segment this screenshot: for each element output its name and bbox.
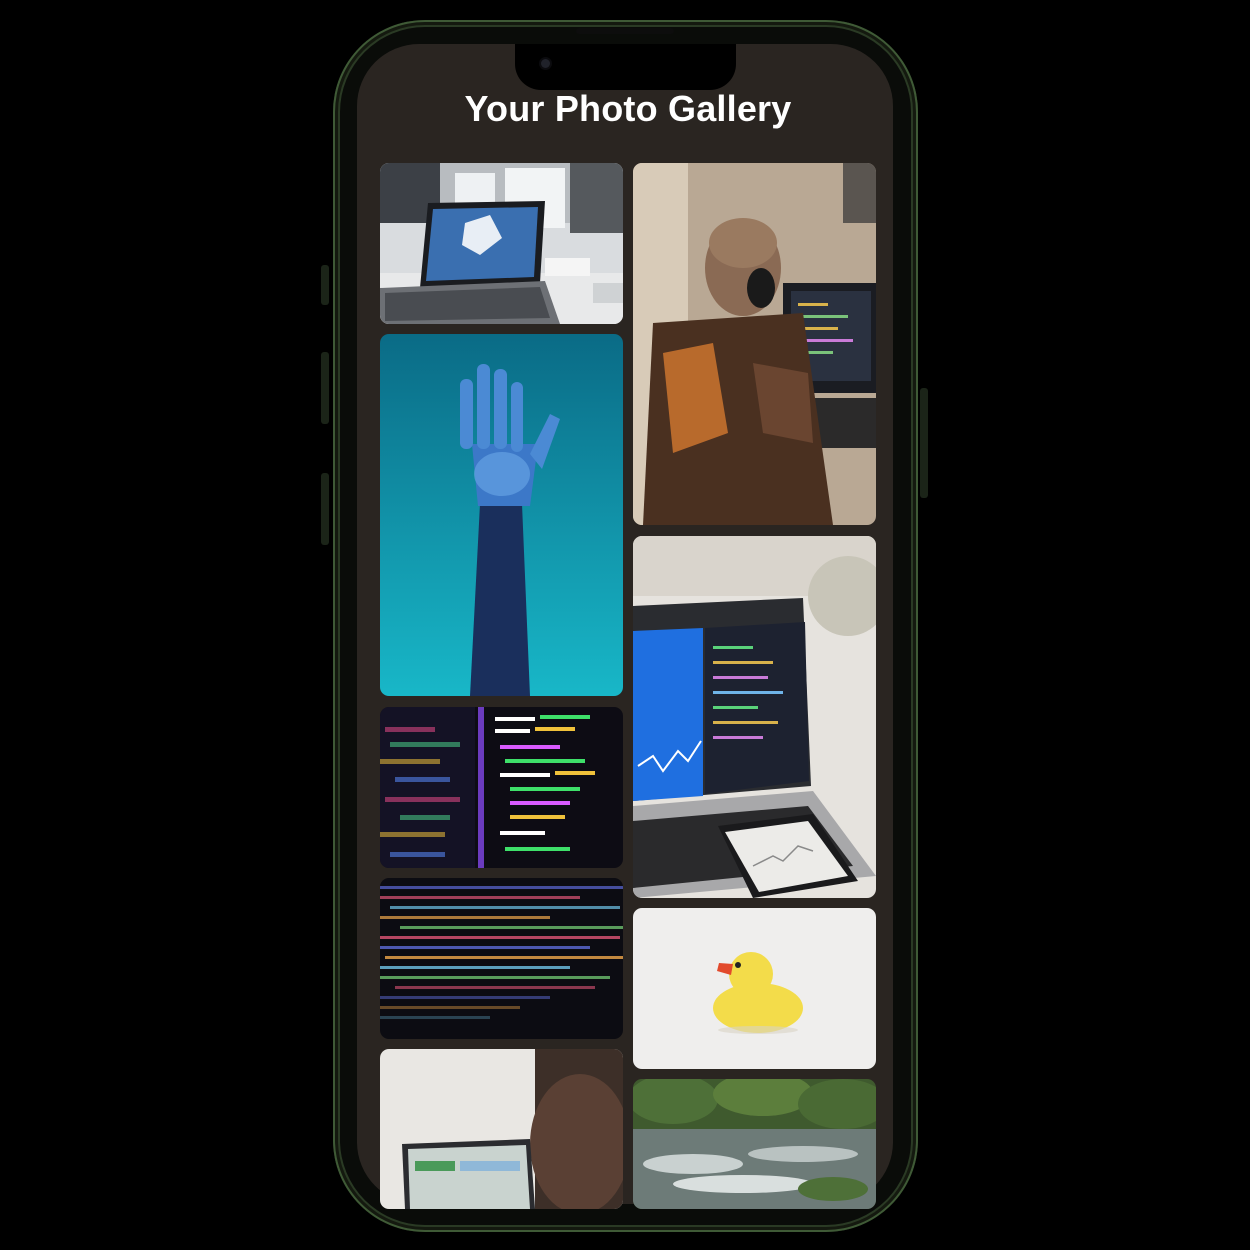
speaker-grille bbox=[576, 28, 674, 34]
photo-tile[interactable] bbox=[380, 163, 623, 324]
code-screen-photo-icon bbox=[380, 707, 623, 868]
photo-tile[interactable] bbox=[380, 1049, 623, 1209]
page-title: Your Photo Gallery bbox=[464, 88, 792, 129]
developer-headphones-photo-icon bbox=[633, 163, 876, 525]
laptop-phone-chart-photo-icon bbox=[633, 536, 876, 898]
raised-robot-hand-photo-icon bbox=[380, 334, 623, 696]
front-camera-icon bbox=[541, 59, 550, 68]
silent-switch bbox=[321, 265, 329, 305]
photo-tile[interactable] bbox=[633, 1079, 876, 1209]
rubber-duck-photo-icon bbox=[633, 908, 876, 1069]
volume-down-button bbox=[321, 473, 329, 545]
power-button bbox=[920, 388, 928, 498]
volume-up-button bbox=[321, 352, 329, 424]
photo-tile[interactable] bbox=[633, 536, 876, 898]
photo-tile[interactable] bbox=[380, 878, 623, 1039]
photo-tile[interactable] bbox=[380, 334, 623, 696]
river-photo-icon bbox=[633, 1079, 876, 1209]
code-closeup-photo-icon bbox=[380, 878, 623, 1039]
photo-tile[interactable] bbox=[633, 908, 876, 1069]
photo-tile[interactable] bbox=[633, 163, 876, 525]
person-laptop-photo-icon bbox=[380, 1049, 623, 1209]
laptop-desk-photo-icon bbox=[380, 163, 623, 324]
photo-tile[interactable] bbox=[380, 707, 623, 868]
